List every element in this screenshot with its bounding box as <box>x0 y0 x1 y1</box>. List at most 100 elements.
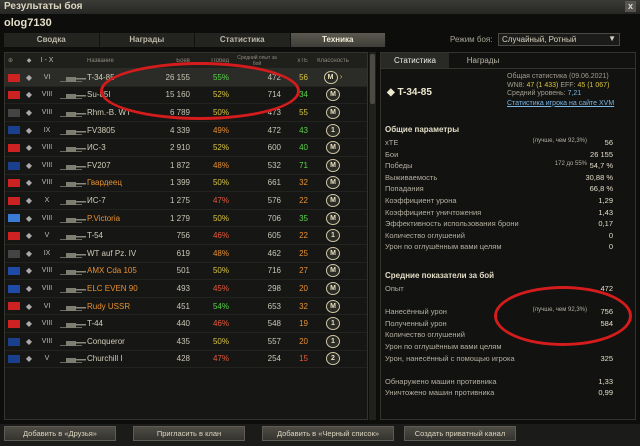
table-row[interactable]: ◆ V T-54 756 46% 605 22 1 <box>5 227 367 245</box>
invite-clan-button[interactable]: Пригласить в клан <box>133 426 245 441</box>
stat-value: 26 155 <box>590 149 613 159</box>
xte-value: 71 <box>299 160 308 170</box>
tab-details-awards[interactable]: Награды <box>449 53 517 68</box>
avg-level-label: Средний уровень: <box>507 90 566 98</box>
stat-row: Урон, нанесённый с помощью игрока 325 <box>385 354 613 365</box>
tank-tier: VI <box>43 302 51 310</box>
table-row[interactable]: ◆ VIII AMX Cda 105 501 50% 716 27 M <box>5 263 367 281</box>
table-row[interactable]: ◆ V Churchill I 428 47% 254 15 2 <box>5 351 367 369</box>
tank-name: P.Victoria <box>87 213 121 223</box>
tank-name-cell: WT auf Pz. IV <box>57 249 151 258</box>
mastery-cell: 1 <box>311 317 355 331</box>
battles-count: 493 <box>176 283 190 293</box>
tank-name-cell: T-44 <box>57 319 151 329</box>
close-icon[interactable]: x <box>625 1 636 12</box>
table-row[interactable]: ◆ VIII T-44 440 46% 548 19 1 <box>5 315 367 333</box>
stat-label: Количество оглушений <box>385 330 465 340</box>
battles-count: 440 <box>176 319 190 329</box>
nation-flag-icon <box>5 73 21 82</box>
xvm-link[interactable]: Статистика игрока на сайте XVM <box>507 100 614 109</box>
xte-value: 25 <box>299 248 308 258</box>
table-row[interactable]: ◆ IX WT auf Pz. IV 619 48% 462 25 M <box>5 245 367 263</box>
nation-flag-icon <box>5 90 21 100</box>
xte-value: 20 <box>299 336 308 346</box>
table-row[interactable]: ◆ VIII Conqueror 435 50% 557 20 1 <box>5 333 367 351</box>
win-rate: 48% <box>212 160 229 170</box>
stat-value: 56 <box>604 138 613 147</box>
xte-value: 15 <box>299 354 308 364</box>
header-name[interactable]: Название <box>57 58 151 64</box>
battle-mode-select[interactable]: Случайный, Ротный ▼ <box>498 33 620 46</box>
xte-value: 35 <box>299 213 308 223</box>
tank-name: Conqueror <box>87 336 125 346</box>
stat-label: Опыт <box>385 284 404 293</box>
tank-class-icon: ◆ <box>25 160 33 170</box>
table-scrollbar[interactable] <box>369 52 376 420</box>
stat-row: xTE (лучше, чем 92,3%) 56 <box>385 138 613 149</box>
scrollbar-thumb[interactable] <box>370 54 375 104</box>
stat-value: 30,88 % <box>585 172 613 182</box>
nation-flag-icon <box>5 302 21 311</box>
win-rate: 47% <box>212 354 229 364</box>
tank-class-icon: ◆ <box>25 231 33 241</box>
tank-icon <box>60 129 86 135</box>
tank-tier: IX <box>43 126 51 134</box>
avg-xp: 576 <box>267 195 281 205</box>
tab-summary[interactable]: Сводка <box>4 33 100 47</box>
table-row[interactable]: ◆ VIII Гвардеец 1 399 50% 661 32 M <box>5 175 367 193</box>
table-row[interactable]: ◆ VIII ИС-3 2 910 52% 600 40 M <box>5 139 367 157</box>
tank-class-icon: ◆ <box>25 72 33 82</box>
tank-tier: VIII <box>41 214 53 222</box>
table-row[interactable]: ◆ VIII FV207 1 872 48% 532 71 M <box>5 157 367 175</box>
blacklist-button[interactable]: Добавить в «Черный список» <box>262 426 394 441</box>
stat-row: Победы 172 до 55% 54,7 % <box>385 161 613 172</box>
table-row[interactable]: ◆ VIII ELC EVEN 90 493 45% 298 20 M <box>5 280 367 298</box>
stat-label: Урон по оглушённым вами целям <box>385 342 502 351</box>
private-channel-button[interactable]: Создать приватный канал <box>404 426 516 441</box>
table-row[interactable]: ◆ VIII P.Victoria 1 279 50% 706 35 M <box>5 210 367 228</box>
tank-tier: VIII <box>41 337 53 345</box>
avg-xp: 532 <box>267 160 281 170</box>
tab-awards[interactable]: Награды <box>100 33 195 47</box>
tab-details-statistics[interactable]: Статистика <box>381 53 449 68</box>
table-row[interactable]: ◆ X ИС-7 1 275 47% 576 22 M <box>5 192 367 210</box>
mastery-badge-icon: M <box>323 70 338 84</box>
table-row[interactable]: ◆ VI Rudy USSR 451 54% 653 32 M <box>5 298 367 316</box>
nation-flag-icon <box>5 196 21 205</box>
battles-count: 756 <box>176 231 190 241</box>
mastery-cell: M <box>311 211 355 225</box>
mastery-cell: 1 <box>311 229 355 243</box>
header-mastery[interactable]: Классность <box>311 58 355 64</box>
battles-count: 1 872 <box>169 160 190 170</box>
xte-value: 32 <box>299 178 308 188</box>
general-stats: Общая статистика (09.06.2021) WN8: 47 (1… <box>507 73 614 108</box>
battles-count: 1 279 <box>169 213 190 223</box>
nation-flag-icon <box>5 161 21 170</box>
tank-class-icon: ◆ <box>25 213 33 223</box>
avg-xp: 661 <box>267 178 281 188</box>
tank-class-icon: ◆ <box>25 195 33 205</box>
stat-label: Уничтожено машин противника <box>385 388 495 398</box>
tab-vehicles[interactable]: Техника <box>290 33 386 47</box>
tank-icon <box>60 270 86 276</box>
tab-statistics[interactable]: Статистика <box>195 33 291 47</box>
nation-filter-icon[interactable]: ⊕ <box>5 57 21 64</box>
stat-row: Коэффициент уничтожения 1,43 <box>385 208 613 219</box>
tank-name: AMX Cda 105 <box>87 266 137 276</box>
eff-label: EFF: <box>560 81 576 89</box>
tank-tier: VIII <box>41 144 53 152</box>
tank-icon <box>60 340 86 346</box>
header-tier[interactable]: I - X <box>37 57 57 64</box>
battle-mode-value: Случайный, Ротный <box>502 35 577 44</box>
mastery-cell: M <box>311 88 355 102</box>
stat-label: Коэффициент урона <box>385 196 457 205</box>
tank-name: WT auf Pz. IV <box>87 248 137 258</box>
main-tabs: Сводка Награды Статистика Техника <box>4 33 386 47</box>
chevron-right-icon: › <box>339 71 343 81</box>
wn8-label: WN8: <box>507 81 525 89</box>
add-friend-button[interactable]: Добавить в «Друзья» <box>4 426 116 441</box>
table-row[interactable]: ◆ IX FV3805 4 339 49% 472 43 1 <box>5 122 367 140</box>
tank-icon <box>60 94 86 100</box>
class-filter-icon[interactable]: ◆ <box>21 57 37 64</box>
header-xte[interactable]: xTE <box>287 58 311 64</box>
